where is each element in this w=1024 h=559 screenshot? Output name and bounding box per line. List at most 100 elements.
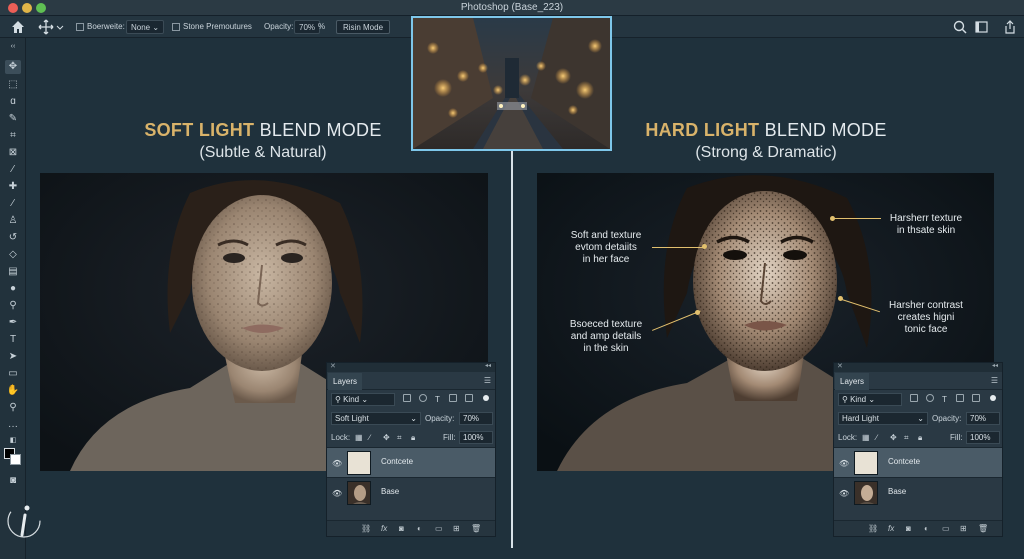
home-icon[interactable] bbox=[10, 19, 26, 35]
type-tool-icon[interactable]: T bbox=[5, 333, 21, 347]
link-layers-icon[interactable]: ⛓︎ bbox=[361, 524, 371, 533]
opacity-field[interactable]: 70% bbox=[966, 412, 1000, 425]
panel-menu-icon[interactable]: ☰ bbox=[991, 376, 998, 385]
panel-menu-icon[interactable]: ☰ bbox=[484, 376, 491, 385]
kind-filter-select[interactable]: ⚲ Kind ⌄ bbox=[331, 393, 395, 406]
new-group-icon[interactable]: ▭ bbox=[435, 524, 443, 533]
dodge-tool-icon[interactable]: ⚲ bbox=[5, 299, 21, 313]
lock-pixels-icon[interactable]: ▦ bbox=[862, 431, 870, 444]
background-color-swatch[interactable] bbox=[10, 454, 21, 465]
fill-field[interactable]: 100% bbox=[966, 431, 1000, 444]
filter-toggle-icon[interactable] bbox=[483, 395, 489, 401]
eraser-tool-icon[interactable]: ◇ bbox=[5, 248, 21, 262]
filter-toggle-icon[interactable] bbox=[990, 395, 996, 401]
hand-tool-icon[interactable]: ✋ bbox=[5, 384, 21, 398]
delete-layer-icon[interactable]: 🗑︎ bbox=[471, 524, 481, 533]
visibility-eye-icon[interactable]: 👁︎ bbox=[839, 459, 849, 468]
type-filter-icon[interactable]: T bbox=[942, 393, 947, 406]
adjustment-layer-icon[interactable]: ◐ bbox=[417, 524, 422, 533]
more-tools-icon[interactable]: ··· bbox=[5, 420, 21, 434]
history-brush-icon[interactable]: ↺ bbox=[5, 231, 21, 245]
lock-pixels-icon[interactable]: ▦ bbox=[355, 431, 363, 444]
path-select-tool-icon[interactable]: ➤ bbox=[5, 350, 21, 364]
collapse-panel-icon[interactable]: ◂◂ bbox=[992, 362, 998, 369]
kind-filter-select[interactable]: ⚲ Kind ⌄ bbox=[838, 393, 902, 406]
opacity-field[interactable]: 70% bbox=[459, 412, 493, 425]
border-width-control[interactable]: Boerweite: bbox=[76, 20, 125, 34]
adjustment-filter-icon[interactable] bbox=[926, 394, 934, 402]
layer-row[interactable]: 👁︎ Base bbox=[834, 477, 1002, 507]
pen-tool-icon[interactable]: ✒ bbox=[5, 316, 21, 330]
shape-filter-icon[interactable] bbox=[956, 394, 964, 402]
type-filter-icon[interactable]: T bbox=[435, 393, 440, 406]
mode-button[interactable]: Risin Mode bbox=[336, 20, 391, 34]
share-icon[interactable] bbox=[1002, 19, 1018, 35]
lasso-tool-icon[interactable]: ɑ bbox=[5, 95, 21, 109]
lock-artboard-icon[interactable]: ⌗ bbox=[397, 431, 402, 444]
blend-mode-select[interactable]: Hard Light ⌄ bbox=[838, 412, 928, 425]
lock-paint-icon[interactable]: ∕ bbox=[369, 431, 370, 444]
border-width-checkbox[interactable] bbox=[76, 22, 84, 31]
healing-brush-icon[interactable]: ✚ bbox=[5, 180, 21, 194]
workspace-icon[interactable] bbox=[974, 19, 990, 35]
link-layers-icon[interactable]: ⛓︎ bbox=[868, 524, 878, 533]
stone-control[interactable]: Stone Premoutures bbox=[172, 20, 252, 34]
stone-checkbox[interactable] bbox=[172, 22, 180, 31]
layer-style-icon[interactable]: fx bbox=[381, 524, 387, 533]
default-colors-icon[interactable]: ◧ bbox=[5, 434, 21, 448]
quick-mask-icon[interactable]: ◙ bbox=[5, 474, 21, 488]
quick-select-tool-icon[interactable]: ✎ bbox=[5, 112, 21, 126]
collapse-panel-icon[interactable]: ◂◂ bbox=[485, 362, 491, 369]
lock-paint-icon[interactable]: ∕ bbox=[876, 431, 877, 444]
blend-mode-select[interactable]: Soft Light ⌄ bbox=[331, 412, 421, 425]
smart-object-filter-icon[interactable] bbox=[465, 394, 473, 402]
collapse-toolbar-icon[interactable]: ‹‹ bbox=[5, 40, 21, 54]
layer-row[interactable]: 👁︎ Contcete bbox=[327, 447, 495, 477]
pixel-filter-icon[interactable] bbox=[910, 394, 918, 402]
layer-row[interactable]: 👁︎ Contcete bbox=[834, 447, 1002, 477]
shape-filter-icon[interactable] bbox=[449, 394, 457, 402]
clone-stamp-icon[interactable]: ♙ bbox=[5, 214, 21, 228]
layers-panel-hard-light[interactable]: ✕ ◂◂ Layers ☰ ⚲ Kind ⌄ T Hard Light ⌄ Opac… bbox=[833, 362, 1003, 537]
visibility-eye-icon[interactable]: 👁︎ bbox=[332, 489, 342, 498]
pixel-filter-icon[interactable] bbox=[403, 394, 411, 402]
visibility-eye-icon[interactable]: 👁︎ bbox=[839, 489, 849, 498]
add-mask-icon[interactable]: ◙ bbox=[399, 524, 404, 533]
lock-artboard-icon[interactable]: ⌗ bbox=[904, 431, 909, 444]
close-panel-icon[interactable]: ✕ bbox=[330, 362, 336, 370]
new-layer-icon[interactable]: ⊞ bbox=[453, 524, 460, 533]
add-mask-icon[interactable]: ◙ bbox=[906, 524, 911, 533]
layers-tab[interactable]: Layers bbox=[328, 373, 363, 390]
layers-panel-soft-light[interactable]: ✕ ◂◂ Layers ☰ ⚲ Kind ⌄ T Soft Light ⌄ Opac… bbox=[326, 362, 496, 537]
blur-tool-icon[interactable]: ● bbox=[5, 282, 21, 296]
lock-all-icon[interactable]: 🔒︎ bbox=[411, 431, 415, 444]
opacity-field[interactable]: 70% bbox=[294, 20, 321, 34]
border-width-select[interactable]: None ⌄ bbox=[126, 20, 165, 34]
eyedropper-tool-icon[interactable]: ⁄ bbox=[5, 163, 21, 177]
new-layer-icon[interactable]: ⊞ bbox=[960, 524, 967, 533]
adjustment-filter-icon[interactable] bbox=[419, 394, 427, 402]
close-panel-icon[interactable]: ✕ bbox=[837, 362, 843, 370]
rectangle-tool-icon[interactable]: ▭ bbox=[5, 367, 21, 381]
visibility-eye-icon[interactable]: 👁︎ bbox=[332, 459, 342, 468]
zoom-tool-icon[interactable]: ⚲ bbox=[5, 401, 21, 415]
marquee-tool-icon[interactable]: ⬚ bbox=[5, 78, 21, 92]
adjustment-layer-icon[interactable]: ◐ bbox=[924, 524, 929, 533]
layers-tab[interactable]: Layers bbox=[835, 373, 870, 390]
lock-position-icon[interactable]: ✥ bbox=[383, 431, 390, 444]
delete-layer-icon[interactable]: 🗑︎ bbox=[978, 524, 988, 533]
crop-tool-icon[interactable]: ⌗ bbox=[5, 129, 21, 143]
frame-tool-icon[interactable]: ⊠ bbox=[5, 146, 21, 160]
smart-object-filter-icon[interactable] bbox=[972, 394, 980, 402]
move-tool-icon[interactable]: ✥ bbox=[5, 60, 21, 74]
gradient-tool-icon[interactable]: ▤ bbox=[5, 265, 21, 279]
layer-style-icon[interactable]: fx bbox=[888, 524, 894, 533]
lock-all-icon[interactable]: 🔒︎ bbox=[918, 431, 922, 444]
brush-tool-icon[interactable]: ∕ bbox=[5, 197, 21, 211]
lock-position-icon[interactable]: ✥ bbox=[890, 431, 897, 444]
search-icon[interactable] bbox=[952, 19, 968, 35]
move-tool-icon[interactable] bbox=[38, 19, 64, 35]
new-group-icon[interactable]: ▭ bbox=[942, 524, 950, 533]
fill-field[interactable]: 100% bbox=[459, 431, 493, 444]
layer-row[interactable]: 👁︎ Base bbox=[327, 477, 495, 507]
